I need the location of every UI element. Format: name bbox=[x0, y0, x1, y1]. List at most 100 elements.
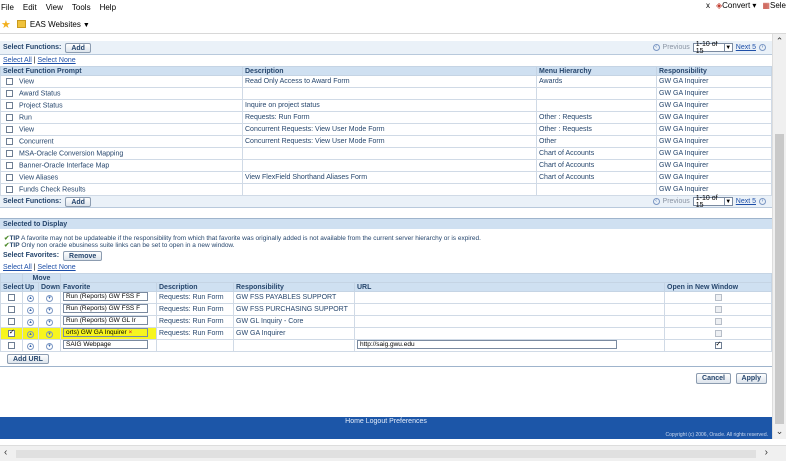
scroll-up-icon[interactable]: ⌃ bbox=[773, 36, 786, 47]
function-menu: Other : Requests bbox=[536, 123, 657, 136]
function-checkbox[interactable] bbox=[6, 185, 13, 193]
favorite-select-checkbox[interactable] bbox=[8, 341, 15, 349]
favorite-name-input[interactable]: Run (Reports) GW FSS F bbox=[63, 292, 148, 301]
move-down-icon[interactable]: ▾ bbox=[46, 294, 53, 302]
next-link-bottom[interactable]: Next 5 bbox=[736, 198, 756, 205]
function-responsibility: GW GA Inquirer bbox=[656, 99, 772, 112]
menu-tools[interactable]: Tools bbox=[72, 3, 91, 12]
function-checkbox[interactable] bbox=[6, 101, 13, 109]
move-up-icon[interactable]: ▴ bbox=[27, 342, 34, 350]
table-row: ▴ ▾ Run (Reports) GW FSS F Requests: Run Fo… bbox=[0, 291, 772, 304]
add-url-button[interactable]: Add URL bbox=[7, 354, 49, 364]
vertical-scrollbar[interactable]: ⌃ ⌄ bbox=[772, 34, 786, 439]
col-responsibility: Responsibility bbox=[656, 66, 772, 76]
open-new-window-checkbox[interactable] bbox=[714, 341, 722, 349]
function-checkbox[interactable] bbox=[6, 89, 13, 97]
move-down-icon[interactable]: ▾ bbox=[46, 330, 53, 338]
next-link[interactable]: Next 5 bbox=[736, 44, 756, 51]
move-down-icon[interactable]: ▾ bbox=[46, 342, 53, 350]
convert-button[interactable]: ◈Convert ▾ bbox=[716, 1, 756, 10]
scroll-left-icon[interactable]: ‹ bbox=[4, 447, 7, 458]
favorite-name-input[interactable]: Run (Reports) GW FSS F bbox=[63, 304, 148, 313]
add-functions-button-bottom[interactable]: Add bbox=[65, 196, 91, 207]
table-row: View Concurrent Requests: View User Mode … bbox=[0, 123, 772, 136]
function-checkbox[interactable] bbox=[6, 77, 13, 85]
function-checkbox[interactable] bbox=[6, 173, 13, 181]
tip-2: ✔TIP Only non oracle ebusiness suite lin… bbox=[0, 242, 772, 249]
select-button[interactable]: ▦Sele bbox=[762, 1, 786, 10]
function-responsibility: GW GA Inquirer bbox=[656, 159, 772, 172]
select-all-none-favorites: Select All | Select None bbox=[0, 262, 772, 273]
favorite-select-checkbox[interactable] bbox=[8, 317, 15, 325]
function-prompt: Funds Check Results bbox=[19, 186, 86, 194]
move-up-icon[interactable]: ▴ bbox=[27, 318, 34, 326]
previous-link[interactable]: Previous bbox=[663, 44, 690, 51]
function-checkbox[interactable] bbox=[6, 149, 13, 157]
scroll-down-icon[interactable]: ⌄ bbox=[773, 426, 786, 437]
next-icon[interactable]: › bbox=[759, 198, 766, 205]
move-up-icon[interactable]: ▴ bbox=[27, 294, 34, 302]
horizontal-scroll-thumb[interactable] bbox=[16, 450, 756, 458]
move-down-icon[interactable]: ▾ bbox=[46, 306, 53, 314]
move-up-icon[interactable]: ▴ bbox=[27, 330, 34, 338]
select-functions-label-bottom: Select Functions: bbox=[3, 198, 62, 205]
scroll-right-icon[interactable]: › bbox=[765, 447, 768, 458]
favorite-select-checkbox[interactable] bbox=[8, 329, 15, 337]
down-cell: ▾ bbox=[38, 339, 61, 352]
apply-button[interactable]: Apply bbox=[735, 373, 767, 384]
function-prompt-cell: Run bbox=[0, 111, 243, 124]
favorite-select-checkbox[interactable] bbox=[8, 293, 15, 301]
select-icon: ▦ bbox=[762, 1, 770, 10]
range-select-bottom[interactable]: 1-10 of 15 ▼ bbox=[692, 195, 733, 209]
favorite-name-input[interactable]: Run (Reports) GW GL Ir bbox=[63, 316, 148, 325]
menu-help[interactable]: Help bbox=[100, 3, 116, 12]
col-blank bbox=[0, 273, 23, 283]
select-all-functions-link[interactable]: Select All bbox=[3, 57, 32, 64]
function-checkbox[interactable] bbox=[6, 113, 13, 121]
move-down-icon[interactable]: ▾ bbox=[46, 318, 53, 326]
close-toolbar-button[interactable]: x bbox=[706, 1, 710, 10]
next-icon[interactable]: › bbox=[759, 44, 766, 51]
remove-button[interactable]: Remove bbox=[63, 250, 103, 261]
function-description bbox=[242, 183, 537, 196]
select-none-functions-link[interactable]: Select None bbox=[38, 57, 76, 64]
function-prompt: View bbox=[19, 126, 35, 134]
tip-label: TIP bbox=[9, 242, 20, 249]
favorites-star-icon[interactable]: ★ bbox=[1, 18, 11, 31]
url-cell bbox=[354, 327, 665, 340]
horizontal-scrollbar[interactable]: ‹ › bbox=[0, 445, 786, 461]
favorite-name-value: Run (Reports) GW GL Ir bbox=[66, 317, 136, 324]
function-responsibility: GW GA Inquirer bbox=[656, 123, 772, 136]
url-input[interactable]: http://saig.gwu.edu bbox=[357, 340, 617, 349]
previous-link-bottom[interactable]: Previous bbox=[663, 198, 690, 205]
col-select: Select bbox=[0, 282, 24, 292]
favorite-select-checkbox[interactable] bbox=[8, 305, 15, 313]
screen: File Edit View Tools Help x ◈Convert ▾ ▦… bbox=[0, 0, 786, 461]
favorite-name-input[interactable]: orts) GW GA Inquirer × bbox=[63, 328, 148, 337]
footer-links[interactable]: Home Logout Preferences bbox=[0, 418, 772, 425]
menu-file[interactable]: File bbox=[1, 3, 14, 12]
function-checkbox[interactable] bbox=[6, 137, 13, 145]
col-move: Move bbox=[22, 273, 61, 283]
clear-icon[interactable]: × bbox=[129, 329, 133, 336]
menu-view[interactable]: View bbox=[46, 3, 63, 12]
function-menu: Chart of Accounts bbox=[536, 147, 657, 160]
function-checkbox[interactable] bbox=[6, 125, 13, 133]
favorite-name-input[interactable]: SAIG Webpage bbox=[63, 340, 148, 349]
select-all-favorites-link[interactable]: Select All bbox=[3, 264, 32, 271]
select-none-favorites-link[interactable]: Select None bbox=[38, 264, 76, 271]
menu-edit[interactable]: Edit bbox=[23, 3, 37, 12]
vertical-scroll-thumb[interactable] bbox=[775, 134, 784, 424]
favorites-folder-eas[interactable]: EAS Websites ▼ bbox=[30, 20, 90, 29]
range-select[interactable]: 1-10 of 15 ▼ bbox=[692, 41, 733, 55]
function-checkbox[interactable] bbox=[6, 161, 13, 169]
move-up-icon[interactable]: ▴ bbox=[27, 306, 34, 314]
table-row: ▴ ▾ Run (Reports) GW GL Ir Requests: Run Fo… bbox=[0, 315, 772, 328]
favorites-move-row: Move bbox=[0, 273, 772, 283]
cancel-button[interactable]: Cancel bbox=[696, 373, 731, 384]
favorite-description: Requests: Run Form bbox=[156, 315, 234, 328]
add-functions-button[interactable]: Add bbox=[65, 42, 91, 53]
table-row: Concurrent Concurrent Requests: View User… bbox=[0, 135, 772, 148]
new-window-cell bbox=[664, 303, 772, 316]
